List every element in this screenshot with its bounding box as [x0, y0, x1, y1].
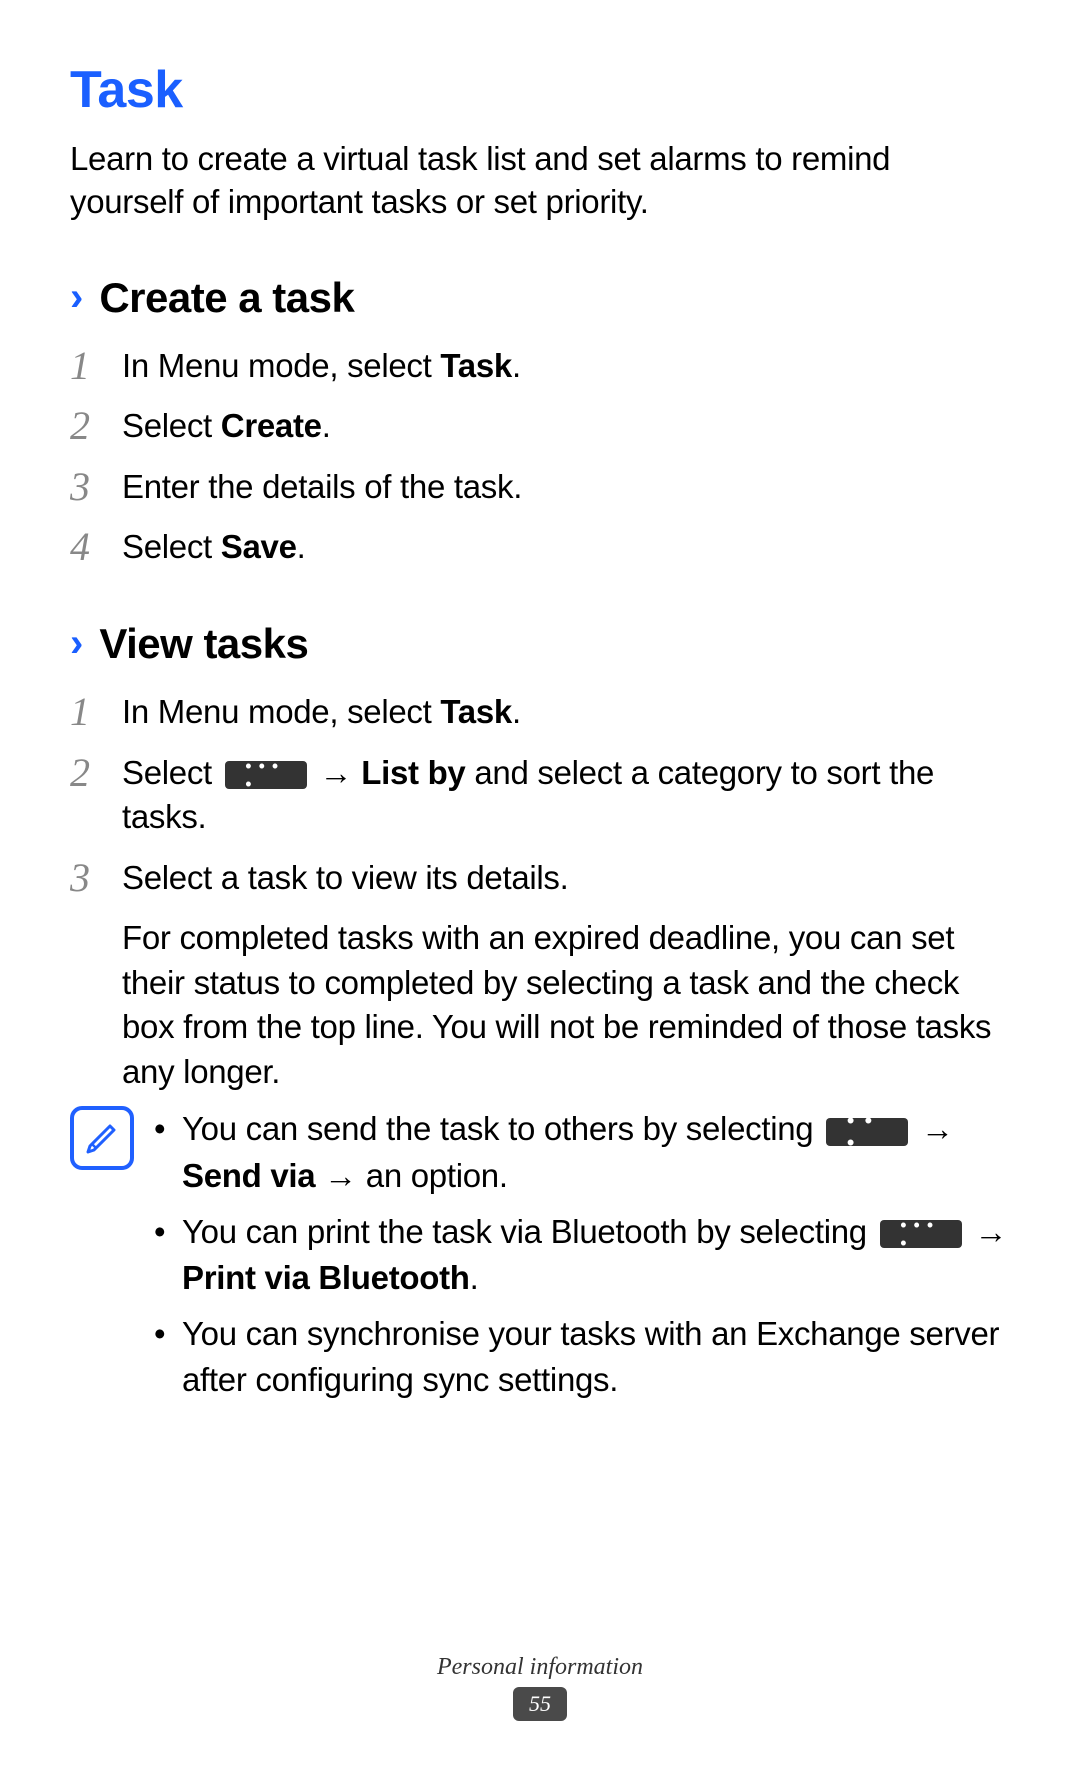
step-item: 2 Select Create. — [70, 404, 1010, 449]
note-post: → an option. — [315, 1157, 507, 1194]
step-pre: Select — [122, 407, 221, 444]
step-item: 1 In Menu mode, select Task. — [70, 690, 1010, 735]
intro-text: Learn to create a virtual task list and … — [70, 138, 1010, 224]
step-text: Select a task to view its details. — [122, 856, 1010, 901]
note-item: • You can print the task via Bluetooth b… — [154, 1209, 1010, 1301]
bullet-icon: • — [154, 1106, 182, 1152]
arrow-text: → — [311, 754, 361, 791]
step-text: Select Save. — [122, 525, 1010, 570]
page-title: Task — [70, 60, 1010, 120]
step-item: 2 Select → List by and select a category… — [70, 751, 1010, 840]
note-bold: Print via Bluetooth — [182, 1259, 470, 1296]
step-number: 4 — [70, 525, 122, 569]
step-post: . — [297, 528, 306, 565]
step-text: Enter the details of the task. — [122, 465, 1010, 510]
step-bold: Save — [221, 528, 297, 565]
note-block: • You can send the task to others by sel… — [70, 1106, 1010, 1413]
step-item: 1 In Menu mode, select Task. — [70, 344, 1010, 389]
note-text: You can synchronise your tasks with an E… — [182, 1311, 1010, 1403]
section-title: View tasks — [99, 620, 308, 668]
note-bold: Send via — [182, 1157, 315, 1194]
bullet-icon: • — [154, 1311, 182, 1357]
step-bold: List by — [361, 754, 465, 791]
step-number: 3 — [70, 465, 122, 509]
bullet-icon: • — [154, 1209, 182, 1255]
note-list: • You can send the task to others by sel… — [154, 1106, 1010, 1413]
step-text: In Menu mode, select Task. — [122, 344, 1010, 389]
step-bold: Create — [221, 407, 322, 444]
step-post: . — [512, 347, 521, 384]
chevron-icon: › — [70, 621, 83, 666]
note-pre: You can send the task to others by selec… — [182, 1110, 822, 1147]
step-bold: Task — [440, 347, 512, 384]
note-item: • You can synchronise your tasks with an… — [154, 1311, 1010, 1403]
arrow-text: → — [966, 1213, 1008, 1250]
note-pre: You can print the task via Bluetooth by … — [182, 1213, 876, 1250]
note-text: You can print the task via Bluetooth by … — [182, 1209, 1010, 1301]
page-number: 55 — [513, 1687, 567, 1721]
step-pre: Enter the details of the task. — [122, 468, 522, 505]
footer-section-label: Personal information — [0, 1654, 1080, 1681]
step-item: 3 Select a task to view its details. — [70, 856, 1010, 901]
step-pre: In Menu mode, select — [122, 693, 440, 730]
note-text: You can send the task to others by selec… — [182, 1106, 1010, 1198]
create-task-steps: 1 In Menu mode, select Task. 2 Select Cr… — [70, 344, 1010, 570]
step-extra-text: For completed tasks with an expired dead… — [122, 916, 1010, 1094]
chevron-icon: › — [70, 275, 83, 320]
section-header-view: › View tasks — [70, 620, 1010, 668]
step-number: 3 — [70, 856, 122, 900]
step-text: Select → List by and select a category t… — [122, 751, 1010, 840]
section-title: Create a task — [99, 274, 354, 322]
step-item: 4 Select Save. — [70, 525, 1010, 570]
step-pre: Select — [122, 754, 221, 791]
menu-icon — [826, 1118, 908, 1146]
section-header-create: › Create a task — [70, 274, 1010, 322]
arrow-text: → — [912, 1110, 954, 1147]
step-pre: In Menu mode, select — [122, 347, 440, 384]
step-post: . — [512, 693, 521, 730]
step-number: 2 — [70, 751, 122, 795]
step-post: . — [322, 407, 331, 444]
step-number: 1 — [70, 690, 122, 734]
step-bold: Task — [440, 693, 512, 730]
step-number: 1 — [70, 344, 122, 388]
note-post: . — [470, 1259, 479, 1296]
note-item: • You can send the task to others by sel… — [154, 1106, 1010, 1198]
step-item: 3 Enter the details of the task. — [70, 465, 1010, 510]
step-text: Select Create. — [122, 404, 1010, 449]
page-footer: Personal information 55 — [0, 1654, 1080, 1721]
step-number: 2 — [70, 404, 122, 448]
menu-icon — [880, 1220, 962, 1248]
view-tasks-steps: 1 In Menu mode, select Task. 2 Select → … — [70, 690, 1010, 1414]
note-icon — [70, 1106, 134, 1170]
step-pre: Select — [122, 528, 221, 565]
step-text: In Menu mode, select Task. — [122, 690, 1010, 735]
menu-icon — [225, 761, 307, 789]
